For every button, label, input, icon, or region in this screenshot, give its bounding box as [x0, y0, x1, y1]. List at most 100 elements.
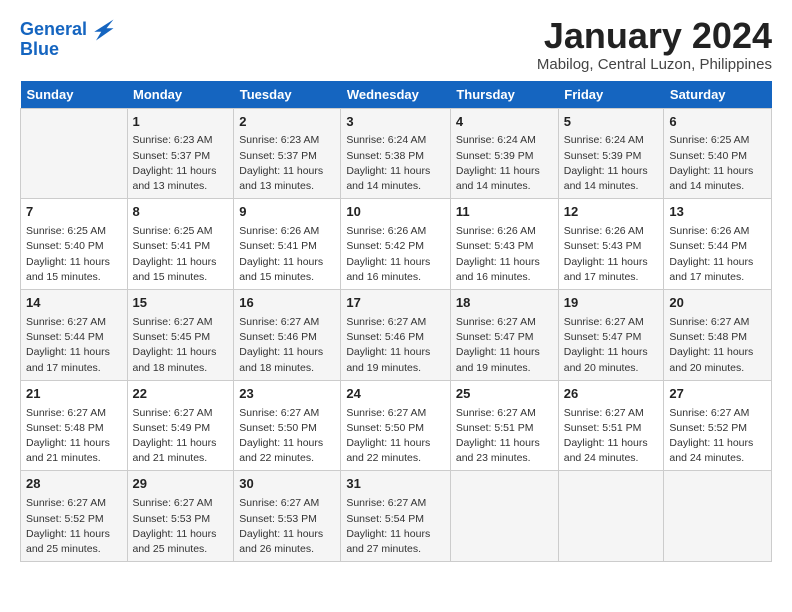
- calendar-cell: [21, 108, 128, 199]
- day-number: 8: [133, 203, 229, 222]
- day-number: 18: [456, 294, 553, 313]
- day-number: 10: [346, 203, 445, 222]
- day-number: 24: [346, 385, 445, 404]
- day-info: Sunrise: 6:27 AM Sunset: 5:51 PM Dayligh…: [564, 406, 659, 467]
- calendar-cell: 13Sunrise: 6:26 AM Sunset: 5:44 PM Dayli…: [664, 199, 772, 290]
- calendar-cell: 9 Sunrise: 6:26 AM Sunset: 5:41 PM Daylig…: [234, 199, 341, 290]
- calendar-cell: 25 Sunrise: 6:27 AM Sunset: 5:51 PM Dayli…: [450, 380, 558, 471]
- day-info: Sunrise: 6:26 AM Sunset: 5:42 PM Dayligh…: [346, 224, 445, 285]
- day-info: Sunrise: 6:27 AM Sunset: 5:50 PM Dayligh…: [239, 406, 335, 467]
- day-number: 16: [239, 294, 335, 313]
- day-info: Sunrise: 6:24 AM Sunset: 5:39 PM Dayligh…: [564, 133, 659, 194]
- day-number: 9: [239, 203, 335, 222]
- day-info: Sunrise: 6:27 AM Sunset: 5:45 PM Dayligh…: [133, 315, 229, 376]
- day-info: Sunrise: 6:26 AM Sunset: 5:44 PM Dayligh…: [669, 224, 766, 285]
- day-info: Sunrise: 6:25 AM Sunset: 5:40 PM Dayligh…: [669, 133, 766, 194]
- calendar-cell: 29Sunrise: 6:27 AM Sunset: 5:53 PM Dayli…: [127, 471, 234, 562]
- day-info: Sunrise: 6:27 AM Sunset: 5:46 PM Dayligh…: [239, 315, 335, 376]
- day-info: Sunrise: 6:26 AM Sunset: 5:43 PM Dayligh…: [456, 224, 553, 285]
- calendar-cell: [664, 471, 772, 562]
- day-number: 7: [26, 203, 122, 222]
- day-info: Sunrise: 6:27 AM Sunset: 5:48 PM Dayligh…: [669, 315, 766, 376]
- calendar-cell: 1Sunrise: 6:23 AM Sunset: 5:37 PM Daylig…: [127, 108, 234, 199]
- calendar-cell: 22 Sunrise: 6:27 AM Sunset: 5:49 PM Dayli…: [127, 380, 234, 471]
- calendar-week-row: 14 Sunrise: 6:27 AM Sunset: 5:44 PM Dayli…: [21, 290, 772, 381]
- day-info: Sunrise: 6:27 AM Sunset: 5:46 PM Dayligh…: [346, 315, 445, 376]
- day-info: Sunrise: 6:27 AM Sunset: 5:48 PM Dayligh…: [26, 406, 122, 467]
- day-info: Sunrise: 6:27 AM Sunset: 5:52 PM Dayligh…: [669, 406, 766, 467]
- day-info: Sunrise: 6:24 AM Sunset: 5:39 PM Dayligh…: [456, 133, 553, 194]
- calendar-cell: 3Sunrise: 6:24 AM Sunset: 5:38 PM Daylig…: [341, 108, 451, 199]
- calendar-week-row: 1Sunrise: 6:23 AM Sunset: 5:37 PM Daylig…: [21, 108, 772, 199]
- calendar-cell: 27 Sunrise: 6:27 AM Sunset: 5:52 PM Dayli…: [664, 380, 772, 471]
- day-number: 22: [133, 385, 229, 404]
- day-number: 27: [669, 385, 766, 404]
- day-info: Sunrise: 6:27 AM Sunset: 5:53 PM Dayligh…: [239, 496, 335, 557]
- calendar-cell: 24Sunrise: 6:27 AM Sunset: 5:50 PM Dayli…: [341, 380, 451, 471]
- calendar-table: SundayMondayTuesdayWednesdayThursdayFrid…: [20, 81, 772, 563]
- calendar-cell: 4Sunrise: 6:24 AM Sunset: 5:39 PM Daylig…: [450, 108, 558, 199]
- day-number: 17: [346, 294, 445, 313]
- day-number: 11: [456, 203, 553, 222]
- day-number: 28: [26, 475, 122, 494]
- calendar-cell: 18 Sunrise: 6:27 AM Sunset: 5:47 PM Dayli…: [450, 290, 558, 381]
- calendar-cell: 11 Sunrise: 6:26 AM Sunset: 5:43 PM Dayli…: [450, 199, 558, 290]
- calendar-cell: 21 Sunrise: 6:27 AM Sunset: 5:48 PM Dayli…: [21, 380, 128, 471]
- day-info: Sunrise: 6:27 AM Sunset: 5:54 PM Dayligh…: [346, 496, 445, 557]
- day-info: Sunrise: 6:27 AM Sunset: 5:51 PM Dayligh…: [456, 406, 553, 467]
- calendar-header-monday: Monday: [127, 81, 234, 109]
- logo-icon: [89, 16, 117, 44]
- calendar-cell: 5Sunrise: 6:24 AM Sunset: 5:39 PM Daylig…: [558, 108, 664, 199]
- calendar-cell: 15 Sunrise: 6:27 AM Sunset: 5:45 PM Dayli…: [127, 290, 234, 381]
- day-number: 19: [564, 294, 659, 313]
- day-info: Sunrise: 6:27 AM Sunset: 5:53 PM Dayligh…: [133, 496, 229, 557]
- day-number: 3: [346, 113, 445, 132]
- day-info: Sunrise: 6:23 AM Sunset: 5:37 PM Dayligh…: [133, 133, 229, 194]
- calendar-cell: 19 Sunrise: 6:27 AM Sunset: 5:47 PM Dayli…: [558, 290, 664, 381]
- calendar-cell: [558, 471, 664, 562]
- day-number: 20: [669, 294, 766, 313]
- day-info: Sunrise: 6:26 AM Sunset: 5:43 PM Dayligh…: [564, 224, 659, 285]
- page-header: General Blue January 2024 Mabilog, Centr…: [20, 16, 772, 73]
- day-number: 26: [564, 385, 659, 404]
- day-info: Sunrise: 6:26 AM Sunset: 5:41 PM Dayligh…: [239, 224, 335, 285]
- day-number: 2: [239, 113, 335, 132]
- logo: General Blue: [20, 16, 117, 60]
- calendar-cell: 16 Sunrise: 6:27 AM Sunset: 5:46 PM Dayli…: [234, 290, 341, 381]
- day-info: Sunrise: 6:24 AM Sunset: 5:38 PM Dayligh…: [346, 133, 445, 194]
- calendar-cell: 6Sunrise: 6:25 AM Sunset: 5:40 PM Daylig…: [664, 108, 772, 199]
- day-info: Sunrise: 6:27 AM Sunset: 5:49 PM Dayligh…: [133, 406, 229, 467]
- day-number: 21: [26, 385, 122, 404]
- day-number: 6: [669, 113, 766, 132]
- day-info: Sunrise: 6:27 AM Sunset: 5:44 PM Dayligh…: [26, 315, 122, 376]
- calendar-header-friday: Friday: [558, 81, 664, 109]
- day-number: 31: [346, 475, 445, 494]
- day-info: Sunrise: 6:25 AM Sunset: 5:40 PM Dayligh…: [26, 224, 122, 285]
- day-number: 23: [239, 385, 335, 404]
- calendar-cell: 8 Sunrise: 6:25 AM Sunset: 5:41 PM Daylig…: [127, 199, 234, 290]
- month-title: January 2024: [537, 16, 772, 56]
- calendar-cell: 17 Sunrise: 6:27 AM Sunset: 5:46 PM Dayli…: [341, 290, 451, 381]
- calendar-cell: 23 Sunrise: 6:27 AM Sunset: 5:50 PM Dayli…: [234, 380, 341, 471]
- calendar-week-row: 7 Sunrise: 6:25 AM Sunset: 5:40 PM Daylig…: [21, 199, 772, 290]
- day-number: 4: [456, 113, 553, 132]
- calendar-week-row: 21 Sunrise: 6:27 AM Sunset: 5:48 PM Dayli…: [21, 380, 772, 471]
- day-number: 14: [26, 294, 122, 313]
- calendar-cell: 7 Sunrise: 6:25 AM Sunset: 5:40 PM Daylig…: [21, 199, 128, 290]
- calendar-cell: 30 Sunrise: 6:27 AM Sunset: 5:53 PM Dayli…: [234, 471, 341, 562]
- day-info: Sunrise: 6:27 AM Sunset: 5:47 PM Dayligh…: [456, 315, 553, 376]
- day-info: Sunrise: 6:25 AM Sunset: 5:41 PM Dayligh…: [133, 224, 229, 285]
- day-number: 12: [564, 203, 659, 222]
- logo-text: General: [20, 20, 87, 40]
- calendar-header-wednesday: Wednesday: [341, 81, 451, 109]
- calendar-header-thursday: Thursday: [450, 81, 558, 109]
- day-info: Sunrise: 6:27 AM Sunset: 5:47 PM Dayligh…: [564, 315, 659, 376]
- calendar-week-row: 28Sunrise: 6:27 AM Sunset: 5:52 PM Dayli…: [21, 471, 772, 562]
- calendar-header-sunday: Sunday: [21, 81, 128, 109]
- day-number: 25: [456, 385, 553, 404]
- day-number: 1: [133, 113, 229, 132]
- calendar-header-tuesday: Tuesday: [234, 81, 341, 109]
- day-number: 30: [239, 475, 335, 494]
- calendar-cell: 14 Sunrise: 6:27 AM Sunset: 5:44 PM Dayli…: [21, 290, 128, 381]
- day-number: 15: [133, 294, 229, 313]
